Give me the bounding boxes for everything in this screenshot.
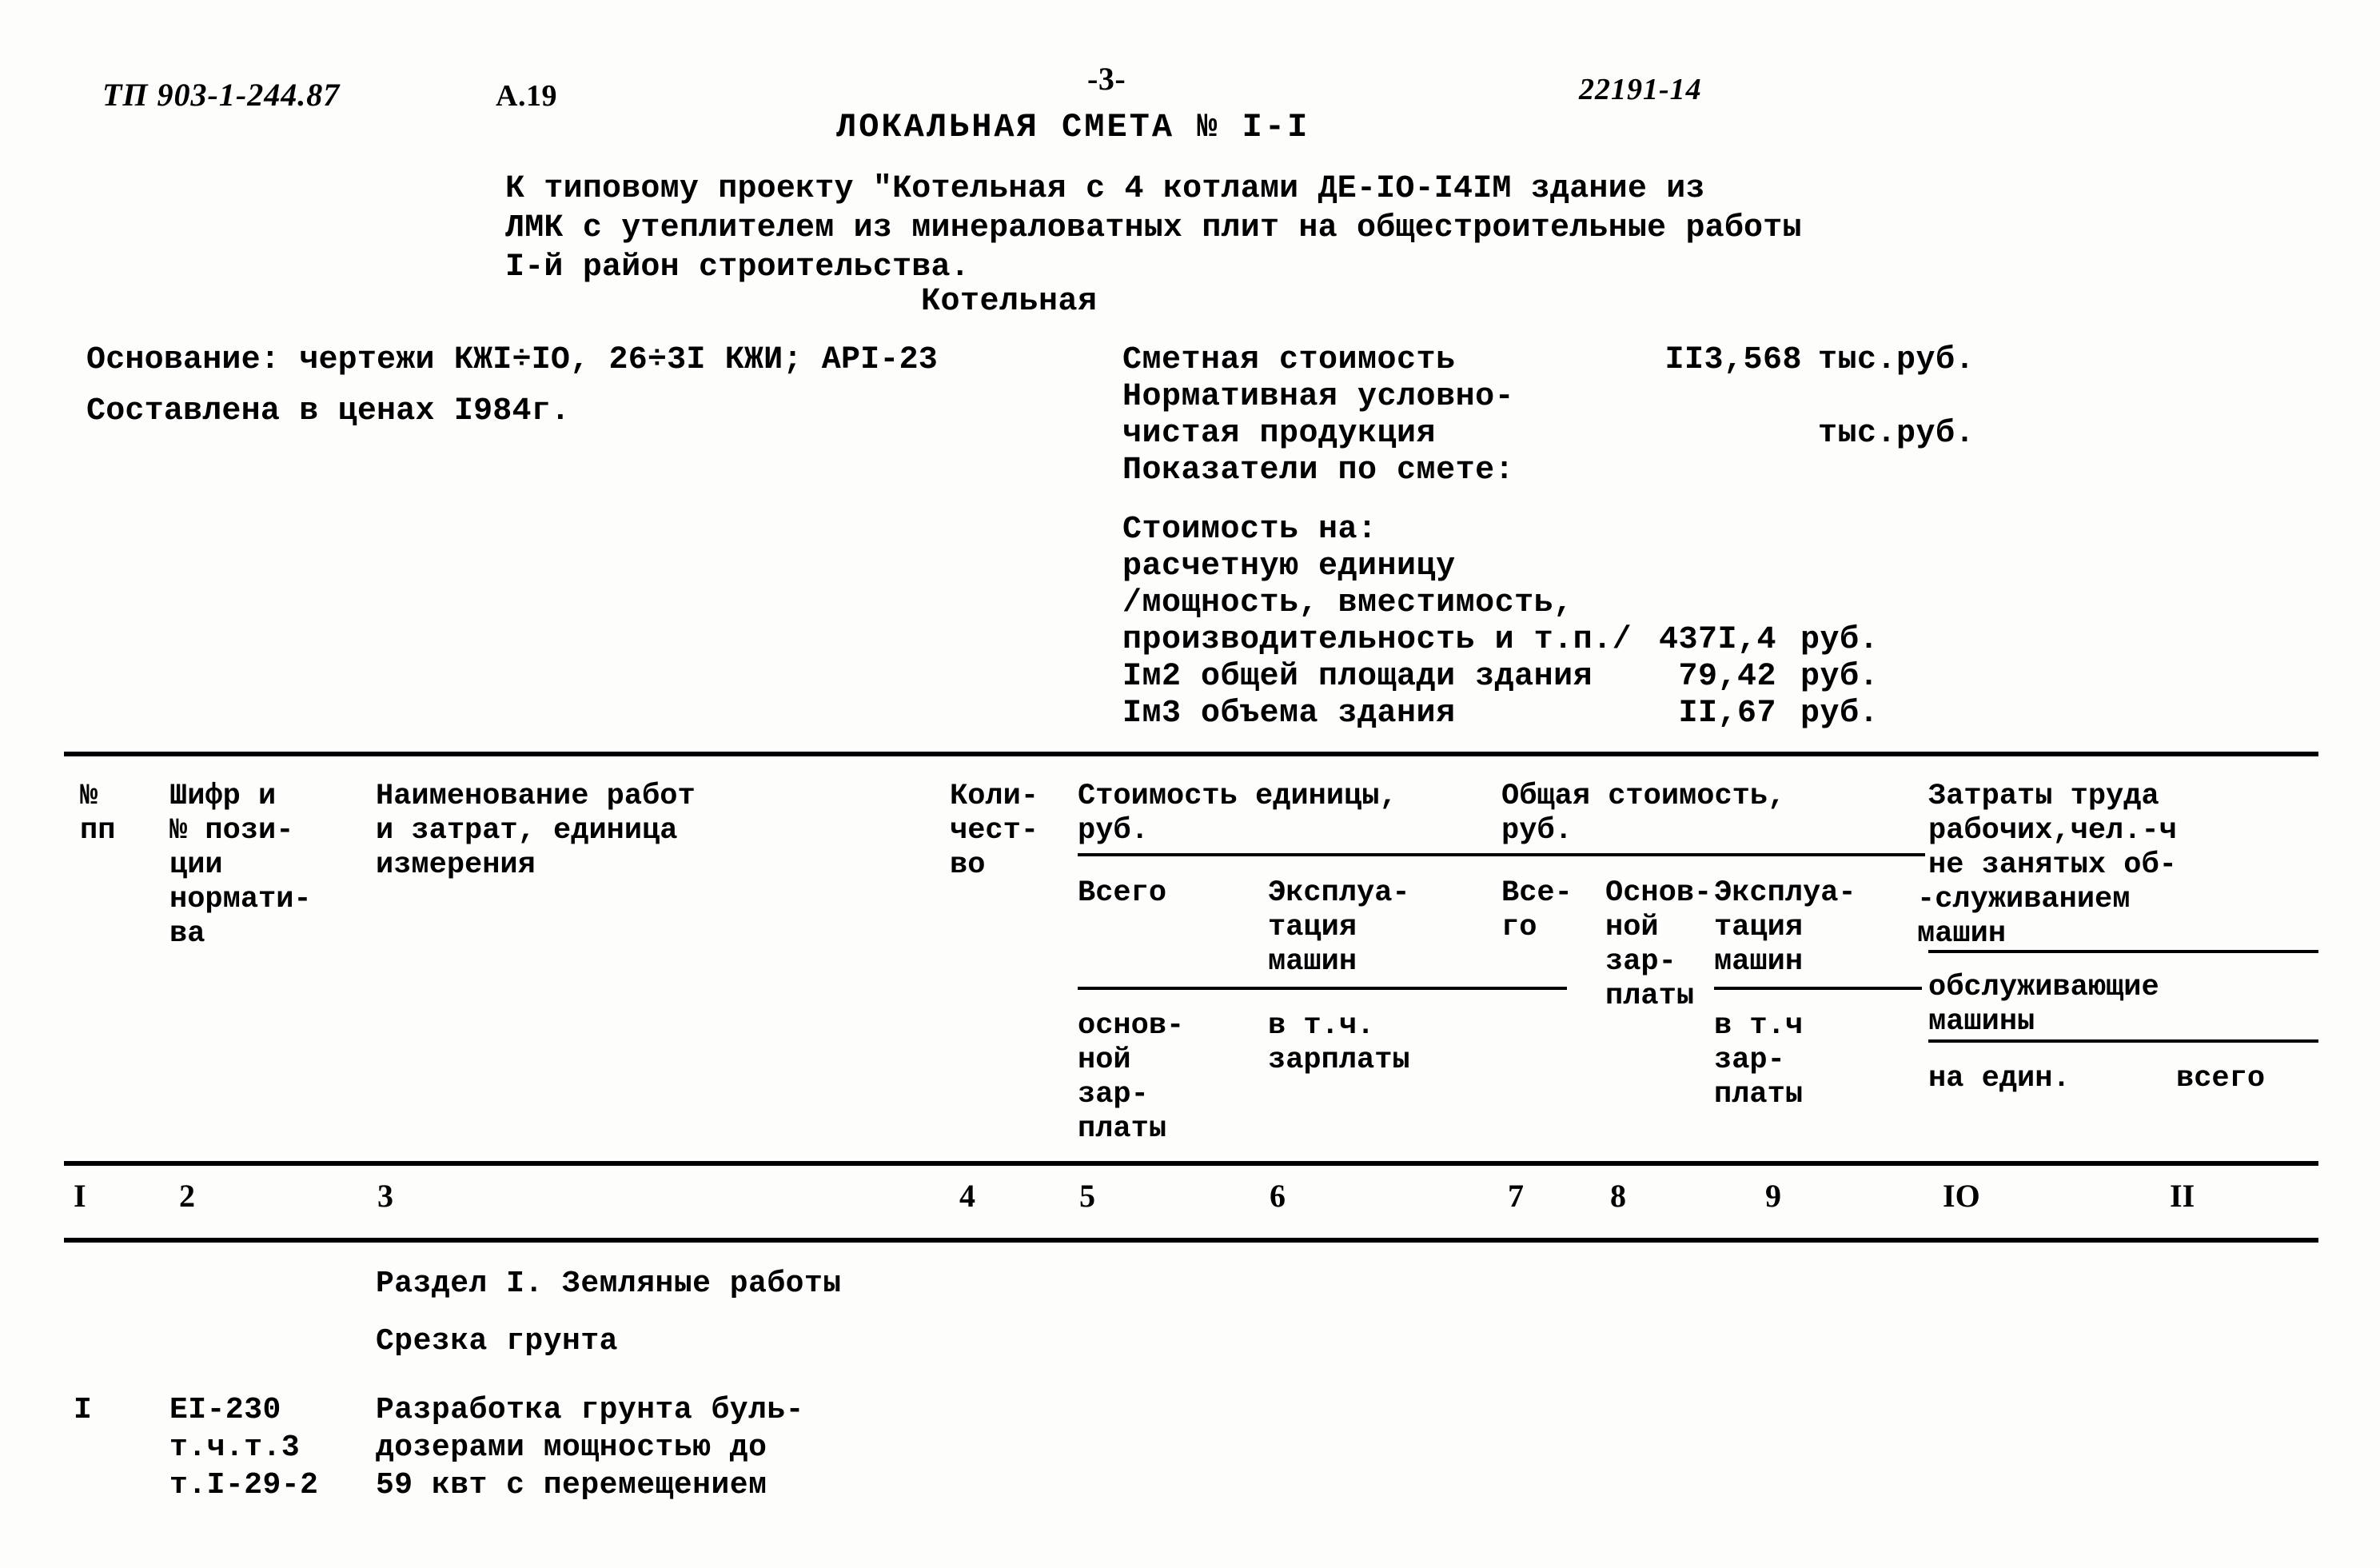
header-unit-cost-total: Всего	[1078, 876, 1167, 910]
column-number-3: 3	[377, 1178, 393, 1214]
table-top-border	[64, 752, 2318, 756]
header-labor-group-line-4: -служиванием	[1917, 883, 2131, 916]
table-row-code-line-2: т.ч.т.3	[169, 1430, 301, 1465]
table-row-name: Разработка грунта буль- дозерами мощност…	[376, 1391, 804, 1504]
estimate-cost-unit: тыс.руб.	[1818, 342, 1975, 378]
column-number-10: IO	[1943, 1178, 1980, 1214]
header-unit-cost-total-sub: основ- ной зар- платы	[1078, 1009, 1185, 1146]
header-total-cost-machines: Эксплуа- тация машин	[1714, 876, 1856, 979]
page-number: -3-	[1087, 61, 1126, 97]
section-title: Раздел I. Земляные работы	[376, 1267, 842, 1301]
header-labor-group-line-2: рабочих,чел.-ч	[1928, 814, 2177, 848]
document-code: ТП 903-1-244.87	[102, 77, 341, 113]
indicators-row-2: производительность и т.п./ 437I,4 руб.	[1122, 622, 1879, 659]
net-output-unit: тыс.руб.	[1818, 416, 1975, 452]
header-labor-group-line-4-wrap: -служиванием машин	[1917, 883, 2130, 952]
header-labor-per-unit: на един.	[1928, 1062, 2071, 1095]
net-output-label-line-1: Нормативная условно-	[1122, 379, 1515, 415]
indicators-row-0: расчетную единицу	[1122, 549, 1455, 585]
header-col-4: Коли- чест- во	[950, 780, 1039, 882]
column-number-5: 5	[1079, 1178, 1095, 1214]
sheet-code: А.19	[496, 79, 557, 113]
table-row-name-line-2: дозерами мощностью до	[376, 1430, 767, 1465]
indicator-unit-2: руб.	[1800, 622, 1880, 658]
table-row-name-line-1: Разработка грунта буль-	[376, 1393, 804, 1427]
estimate-cost-value: II3,568	[1664, 342, 1802, 378]
indicators-row-4: Iм3 объема здания II,67 руб.	[1122, 696, 1879, 732]
header-labor-group-line-3: не занятых об-	[1928, 848, 2177, 882]
header-labor-servicing: обслуживающие машины	[1928, 971, 2159, 1039]
header-col-1-line-1: №	[80, 780, 98, 813]
project-description-line-1: К типовому проекту "Котельная с 4 котлам…	[505, 171, 1705, 207]
table-header-bottom-border	[64, 1161, 2318, 1166]
header-total-cost-basic: Основ- ной зар- платы	[1605, 876, 1712, 1013]
header-total-cost-group: Общая стоимость, руб.	[1501, 780, 1786, 848]
header-col-3: Наименование работ и затрат, единица изм…	[376, 780, 696, 882]
table-row-code-line-1: ЕI-230	[169, 1393, 281, 1427]
unit-cost-sub-underline	[1078, 987, 1567, 990]
table-row-number: I	[74, 1393, 93, 1427]
object-name: Котельная	[921, 284, 1098, 320]
estimate-cost-label: Сметная стоимость	[1122, 342, 1456, 378]
basis-line: Основание: чертежи КЖI÷IO, 26÷3I КЖИ; АP…	[86, 342, 938, 378]
column-number-2: 2	[179, 1178, 195, 1214]
indicator-value-3: 79,42	[1678, 659, 1776, 695]
indicator-value-4: II,67	[1678, 696, 1776, 732]
page-title: ЛОКАЛЬНАЯ СМЕТА № I-I	[836, 108, 1310, 146]
indicator-unit-3: руб.	[1800, 659, 1880, 695]
indicator-label-3: Iм2 общей площади здания	[1122, 659, 1593, 695]
column-number-4: 4	[959, 1178, 975, 1214]
total-cost-machines-underline	[1714, 987, 1922, 990]
column-numbers-bottom-border	[64, 1238, 2318, 1243]
indicators-row-3: Iм2 общей площади здания 79,42 руб.	[1122, 659, 1879, 696]
indicators-row-header: Стоимость на:	[1122, 512, 1377, 549]
header-labor-servicing-line-1: обслуживающие	[1928, 971, 2159, 1004]
indicators-block: Стоимость на: расчетную единицу /мощност…	[1122, 512, 1879, 732]
total-cost-group-underline	[1501, 853, 1925, 856]
labor-servicing-underline	[1928, 1039, 2318, 1043]
header-total-cost-machines-sub: в т.ч зар- платы	[1714, 1009, 1804, 1111]
header-labor-servicing-line-2: машины	[1928, 1005, 2035, 1039]
header-unit-cost-machines: Эксплуа- тация машин	[1268, 876, 1410, 979]
header-labor-group-line-1: Затраты труда	[1928, 780, 2159, 813]
indicator-label-1: /мощность, вместимость,	[1122, 585, 1573, 621]
indicator-label-2: производительность и т.п./	[1122, 622, 1633, 658]
column-number-6: 6	[1270, 1178, 1286, 1214]
indicators-label: Показатели по смете:	[1122, 453, 1515, 489]
header-col-1-line-2: пп	[80, 814, 116, 848]
header-labor-group: Затраты труда рабочих,чел.-ч не занятых …	[1928, 780, 2177, 883]
column-number-8: 8	[1610, 1178, 1626, 1214]
table-row-code-line-3: т.I-29-2	[169, 1468, 319, 1502]
header-unit-cost-group: Стоимость единицы, руб.	[1078, 780, 1397, 848]
project-description-line-3: I-й район строительства.	[505, 249, 970, 285]
column-number-1: I	[74, 1178, 86, 1214]
indicator-label-0: расчетную единицу	[1122, 549, 1456, 585]
column-number-9: 9	[1765, 1178, 1781, 1214]
document-page: ТП 903-1-244.87 А.19 -3- 22191-14 ЛОКАЛЬ…	[0, 0, 2380, 1568]
subsection-title: Срезка грунта	[376, 1324, 618, 1359]
archive-code: 22191-14	[1579, 73, 1702, 106]
project-description: К типовому проекту "Котельная с 4 котлам…	[505, 170, 1802, 287]
indicators-row-1: /мощность, вместимость,	[1122, 585, 1573, 622]
header-unit-cost-machines-sub: в т.ч. зарплаты	[1268, 1009, 1410, 1077]
table-row-code: ЕI-230 т.ч.т.3 т.I-29-2	[169, 1391, 318, 1504]
indicator-value-2: 437I,4	[1658, 622, 1776, 658]
table-row-name-line-3: 59 квт с перемещением	[376, 1468, 767, 1502]
column-number-11: II	[2170, 1178, 2195, 1214]
net-output-label-line-2: чистая продукция	[1122, 416, 1437, 452]
column-number-7: 7	[1508, 1178, 1524, 1214]
prices-year-line: Составлена в ценах I984г.	[86, 393, 571, 429]
indicator-unit-4: руб.	[1800, 696, 1880, 732]
cost-on-label: Стоимость на:	[1122, 512, 1377, 548]
indicator-label-4: Iм3 объема здания	[1122, 696, 1456, 732]
unit-cost-group-underline	[1078, 853, 1567, 856]
header-labor-total: всего	[2176, 1062, 2266, 1095]
header-col-1: № пп	[80, 780, 115, 848]
header-total-cost-all: Все- го	[1501, 876, 1573, 944]
header-labor-group-line-5: машин	[1917, 917, 2007, 951]
header-col-2: Шифр и № пози- ции нормати- ва	[169, 780, 312, 951]
project-description-line-2: ЛМК с утеплителем из минераловатных плит…	[505, 210, 1802, 246]
